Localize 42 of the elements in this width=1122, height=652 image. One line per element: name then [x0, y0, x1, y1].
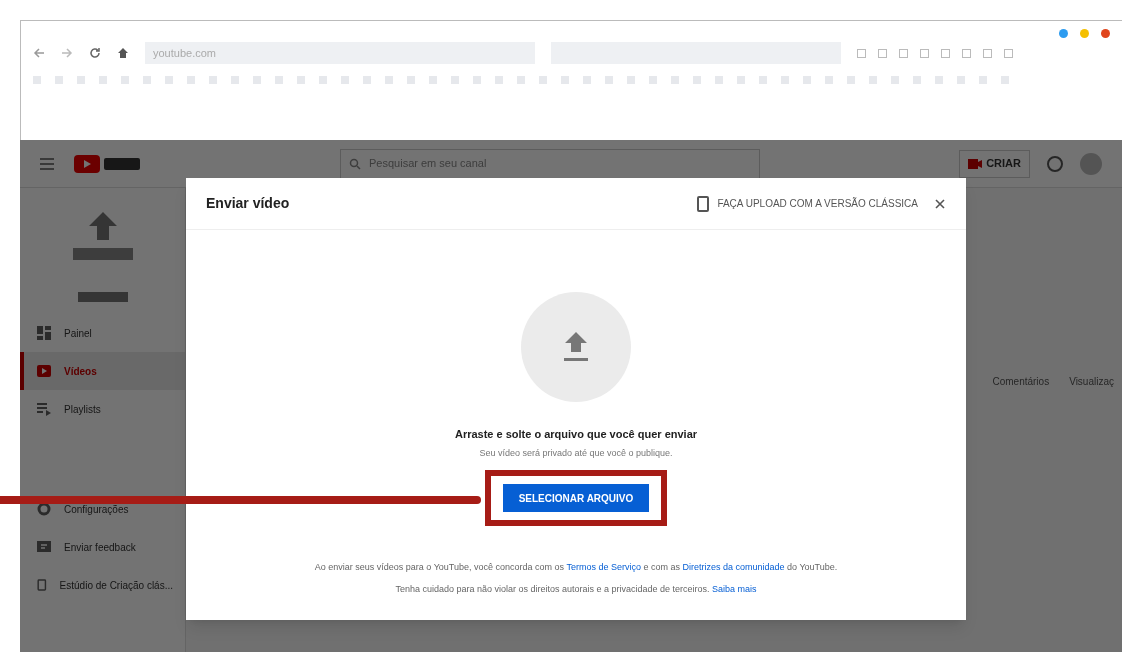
phone-icon [36, 577, 48, 593]
dashboard-icon [36, 325, 52, 341]
camera-icon [968, 158, 983, 169]
help-icon[interactable] [1046, 154, 1064, 173]
sidebar-item[interactable]: Painel [20, 314, 185, 352]
sidebar-item[interactable]: Vídeos [20, 352, 185, 390]
play-logo-icon [74, 154, 100, 173]
menu-icon[interactable] [40, 157, 54, 170]
playlist-icon [36, 401, 52, 417]
search-icon [349, 157, 361, 170]
back-icon[interactable] [33, 47, 45, 59]
terms-text: Ao enviar seus vídeos para o YouTube, você concorda com os Termos de Serviço e com as Diretrizes da comunidade do YouTube. [314, 561, 838, 574]
dialog-title: Enviar vídeo [206, 194, 290, 213]
feedback-icon [36, 539, 52, 555]
privacy-text: Tenha cuidado para não violar os direitos autorais e a privacidade de terceiros. Saiba mais [395, 582, 757, 596]
close-icon[interactable] [934, 197, 946, 210]
sidebar-item[interactable]: Playlists [20, 390, 185, 428]
sidebar-item[interactable]: Estúdio de Criação clás... [20, 566, 185, 604]
home-icon[interactable] [117, 47, 129, 59]
reload-icon[interactable] [89, 47, 101, 59]
column-header: Comentários [992, 375, 1050, 389]
avatar-icon[interactable] [1080, 152, 1102, 175]
sidebar-item[interactable]: Configurações [20, 490, 185, 528]
drop-title: Arraste e solte o arquivo que você quer enviar [454, 427, 698, 442]
video-icon [36, 363, 52, 379]
create-button[interactable]: CRIAR [959, 149, 1030, 178]
sidebar-item[interactable]: Enviar feedback [20, 528, 185, 566]
classic-upload-link[interactable]: FAÇA UPLOAD COM A VERSÃO CLÁSSICA [697, 195, 918, 212]
settings-icon [36, 501, 52, 517]
text-link[interactable]: Diretrizes da comunidade [682, 562, 785, 572]
window-button-icon[interactable] [1101, 29, 1110, 38]
text-link[interactable]: Termos de Serviço [566, 562, 641, 572]
phone-icon [697, 195, 710, 212]
window-button-icon[interactable] [1059, 29, 1068, 38]
drop-subtitle: Seu vídeo será privado até que você o publique. [479, 446, 673, 460]
address-text: youtube.com [153, 45, 216, 61]
studio-logo[interactable] [74, 154, 140, 173]
address-bar[interactable]: youtube.com [145, 42, 535, 64]
column-header: Visualizaç [1069, 375, 1114, 389]
select-file-button[interactable]: SELECIONAR ARQUIVO [502, 484, 650, 512]
forward-icon[interactable] [61, 47, 73, 59]
text-link[interactable]: Saiba mais [712, 583, 757, 594]
